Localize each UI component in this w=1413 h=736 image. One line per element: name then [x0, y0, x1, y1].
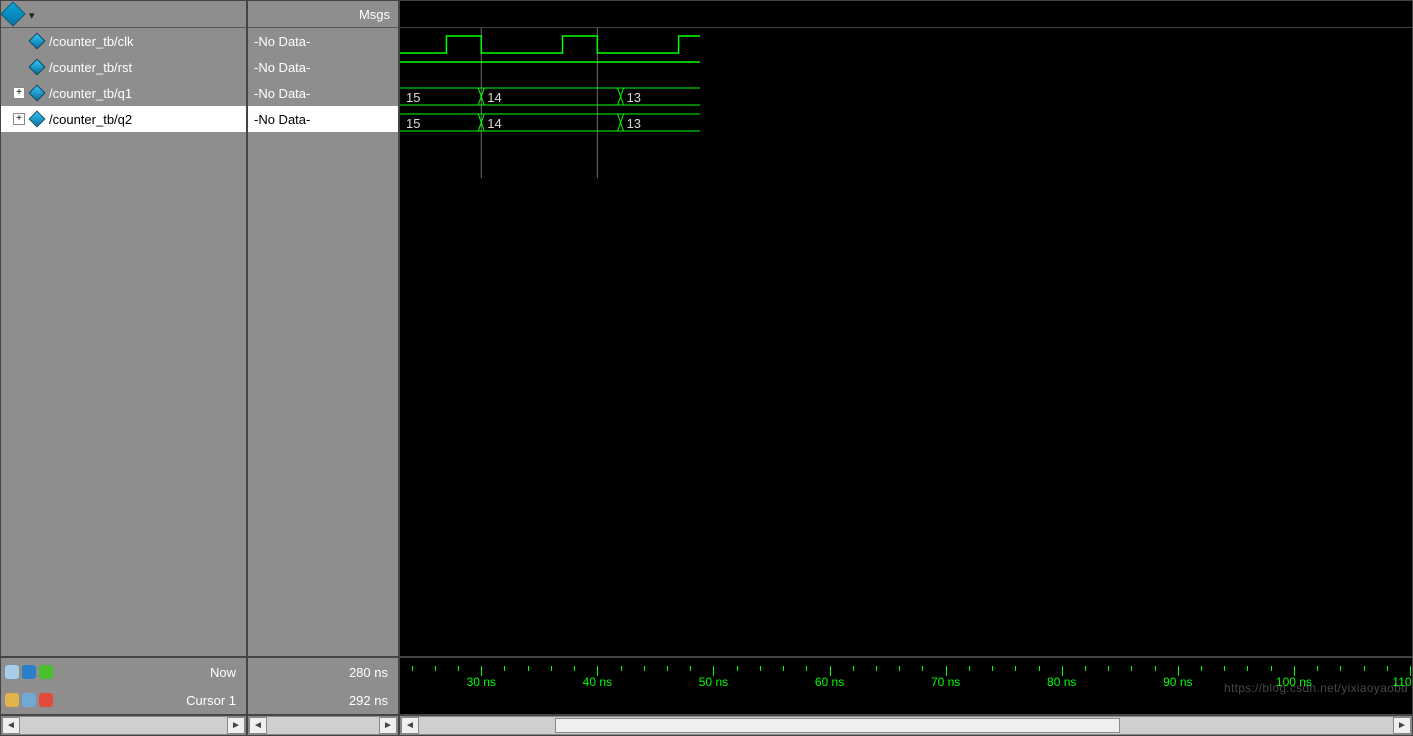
tick-label: 30 ns	[467, 675, 496, 689]
tick-label: 90 ns	[1163, 675, 1192, 689]
tick-label: 70 ns	[931, 675, 960, 689]
signal-row[interactable]: /counter_tb/rst	[1, 54, 246, 80]
tick-label: 40 ns	[583, 675, 612, 689]
footer-cursor-row[interactable]: Cursor 1	[1, 686, 246, 714]
bus-value: 15	[406, 116, 420, 131]
wave-hscroll[interactable]: ◄ ►	[400, 716, 1412, 735]
wave-canvas[interactable]: 151413120151413151413120151413	[400, 28, 700, 178]
time-ruler[interactable]: 30 ns 40 ns 50 ns 60 ns 70 ns 80 ns 90 ns 100 n…	[400, 658, 1412, 688]
scroll-right-icon[interactable]: ►	[1393, 717, 1411, 734]
add-icon[interactable]	[39, 665, 53, 679]
signal-diamond-icon	[29, 59, 46, 76]
cube-icon	[0, 1, 25, 26]
cursor-value: 292 ns	[349, 693, 388, 708]
wave-header	[400, 1, 1412, 28]
signal-diamond-icon	[29, 85, 46, 102]
signal-row[interactable]: /counter_tb/clk	[1, 28, 246, 54]
tick-label: 60 ns	[815, 675, 844, 689]
tick-label: 110 ns	[1392, 675, 1413, 689]
remove-icon[interactable]	[39, 693, 53, 707]
toolbar-icon[interactable]	[22, 693, 36, 707]
scroll-left-icon[interactable]: ◄	[249, 717, 267, 734]
cursor-label: Cursor 1	[186, 693, 246, 708]
scroll-right-icon[interactable]: ►	[379, 717, 397, 734]
signal-name: /counter_tb/q1	[49, 86, 132, 101]
dropdown-icon[interactable]	[25, 7, 35, 22]
scroll-right-icon[interactable]: ►	[227, 717, 245, 734]
signal-header[interactable]	[1, 1, 246, 28]
signal-name: /counter_tb/clk	[49, 34, 134, 49]
msg-row[interactable]: -No Data-	[248, 80, 398, 106]
signal-name: /counter_tb/rst	[49, 60, 132, 75]
bus-value: 14	[487, 116, 501, 131]
tick-label: 50 ns	[699, 675, 728, 689]
signal-diamond-icon	[29, 111, 46, 128]
bus-value: 13	[627, 90, 641, 105]
signal-hscroll[interactable]: ◄ ►	[1, 716, 246, 735]
signal-name-panel: /counter_tb/clk/counter_tb/rst + /counter_…	[0, 0, 247, 657]
msgs-hscroll[interactable]: ◄ ►	[248, 716, 398, 735]
bus-value: 14	[487, 90, 501, 105]
signal-name: /counter_tb/q2	[49, 112, 132, 127]
bus-value: 15	[406, 90, 420, 105]
wave-scroll-thumb[interactable]	[555, 718, 1120, 733]
msgs-header[interactable]: Msgs	[248, 1, 398, 28]
signal-row[interactable]: + /counter_tb/q1	[1, 80, 246, 106]
msg-row[interactable]: -No Data-	[248, 54, 398, 80]
msgs-panel: Msgs -No Data--No Data--No Data--No Data…	[247, 0, 399, 657]
expand-icon[interactable]: +	[13, 113, 25, 125]
now-value: 280 ns	[349, 665, 388, 680]
signal-row[interactable]: + /counter_tb/q2	[1, 106, 246, 132]
toolbar-icon[interactable]	[5, 693, 19, 707]
tick-label: 80 ns	[1047, 675, 1076, 689]
msg-row[interactable]: -No Data-	[248, 106, 398, 132]
footer-now-row: Now	[1, 658, 246, 686]
scroll-left-icon[interactable]: ◄	[401, 717, 419, 734]
toolbar-icon[interactable]	[22, 665, 36, 679]
tick-label: 100 ns	[1276, 675, 1312, 689]
toolbar-icon[interactable]	[5, 665, 19, 679]
msgs-header-label: Msgs	[359, 7, 390, 22]
wave-panel[interactable]: 151413120151413151413120151413	[399, 0, 1413, 657]
now-label: Now	[210, 665, 246, 680]
now-value-cell: 280 ns	[248, 658, 398, 686]
expand-icon[interactable]: +	[13, 87, 25, 99]
cursor-value-cell[interactable]: 292 ns	[248, 686, 398, 714]
bus-value: 13	[627, 116, 641, 131]
msg-row[interactable]: -No Data-	[248, 28, 398, 54]
scroll-left-icon[interactable]: ◄	[2, 717, 20, 734]
signal-diamond-icon	[29, 33, 46, 50]
